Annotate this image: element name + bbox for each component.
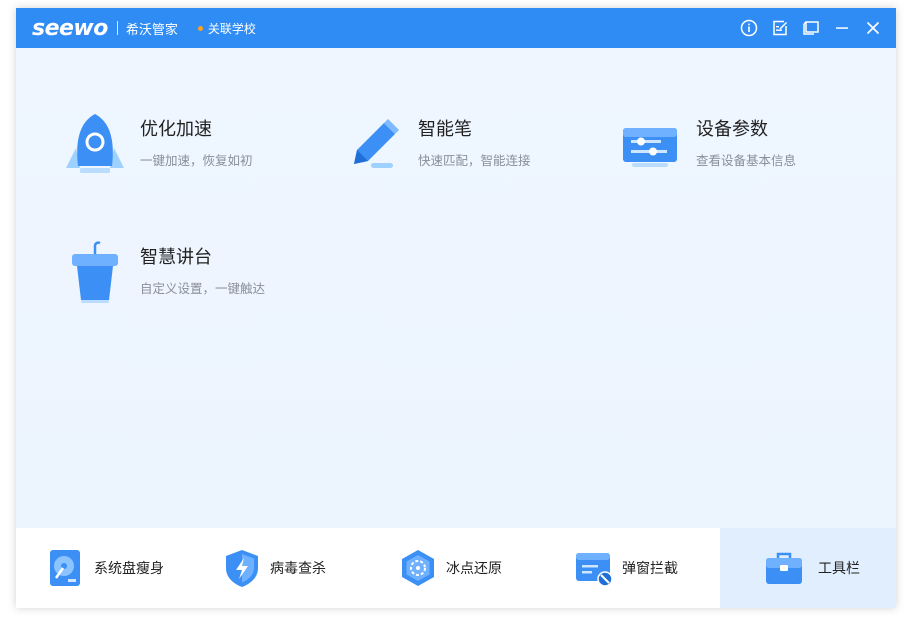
window-controls — [733, 8, 888, 48]
podium-icon — [72, 241, 118, 303]
close-icon — [866, 21, 879, 35]
school-link[interactable]: 关联学校 — [208, 20, 256, 37]
toolbox-icon — [766, 552, 802, 584]
minimize-icon — [835, 27, 848, 29]
feature-smart-podium[interactable]: 智慧讲台 自定义设置，一键触达 — [62, 238, 265, 304]
skin-button[interactable] — [795, 8, 826, 48]
tool-virus-scan[interactable]: 病毒查杀 — [192, 528, 368, 608]
tool-freeze-restore[interactable]: 冰点还原 — [368, 528, 544, 608]
feature-title: 优化加速 — [140, 119, 212, 140]
popup-block-icon — [576, 553, 613, 587]
tool-label: 冰点还原 — [446, 561, 502, 577]
title-divider — [116, 21, 118, 35]
feature-smart-pen[interactable]: 智能笔 快速匹配，智能连接 — [340, 110, 531, 176]
device-settings-icon — [623, 128, 677, 167]
tool-label: 系统盘瘦身 — [94, 561, 164, 577]
seewo-logo: seewo — [32, 15, 108, 41]
disk-cleanup-icon — [50, 550, 80, 586]
feature-desc: 快速匹配，智能连接 — [418, 153, 531, 168]
feedback-icon — [772, 20, 787, 36]
tool-popup-block[interactable]: 弹窗拦截 — [544, 528, 720, 608]
shield-icon — [226, 550, 258, 587]
main-content: 优化加速 一键加速，恢复如初 智能笔 快速匹配，智能连接 设备参数 查看设备基本… — [16, 48, 896, 528]
tool-label: 工具栏 — [818, 561, 860, 577]
feature-desc: 自定义设置，一键触达 — [140, 281, 266, 296]
app-name: 希沃管家 — [125, 22, 178, 38]
pen-icon — [354, 119, 399, 168]
feedback-button[interactable] — [764, 8, 795, 48]
feature-optimize[interactable]: 优化加速 一键加速，恢复如初 — [62, 110, 253, 176]
feature-title: 智慧讲台 — [140, 247, 212, 268]
tool-bar: 系统盘瘦身 病毒查杀 冰点还原 弹窗拦截 工具栏 — [16, 528, 896, 608]
info-button[interactable] — [733, 8, 764, 48]
feature-device-params[interactable]: 设备参数 查看设备基本信息 — [618, 110, 796, 176]
tool-label: 弹窗拦截 — [622, 561, 678, 577]
skin-icon — [802, 21, 819, 35]
title-bar[interactable]: seewo 希沃管家 关联学校 — [16, 8, 896, 48]
minimize-button[interactable] — [826, 8, 857, 48]
info-icon — [740, 19, 757, 37]
close-button[interactable] — [857, 8, 888, 48]
feature-desc: 查看设备基本信息 — [696, 153, 797, 168]
tool-disk-cleanup[interactable]: 系统盘瘦身 — [16, 528, 192, 608]
feature-desc: 一键加速，恢复如初 — [140, 153, 253, 168]
tool-label: 病毒查杀 — [270, 561, 326, 577]
tool-toolbox[interactable]: 工具栏 — [720, 528, 896, 608]
school-status-dot — [197, 25, 203, 31]
app-window: seewo 希沃管家 关联学校 优化加速 一键加速，恢复如初 智能笔 快速匹配，… — [16, 8, 896, 608]
feature-title: 智能笔 — [418, 119, 472, 140]
freeze-restore-icon — [402, 550, 434, 586]
feature-title: 设备参数 — [696, 119, 768, 140]
rocket-icon — [66, 114, 124, 173]
